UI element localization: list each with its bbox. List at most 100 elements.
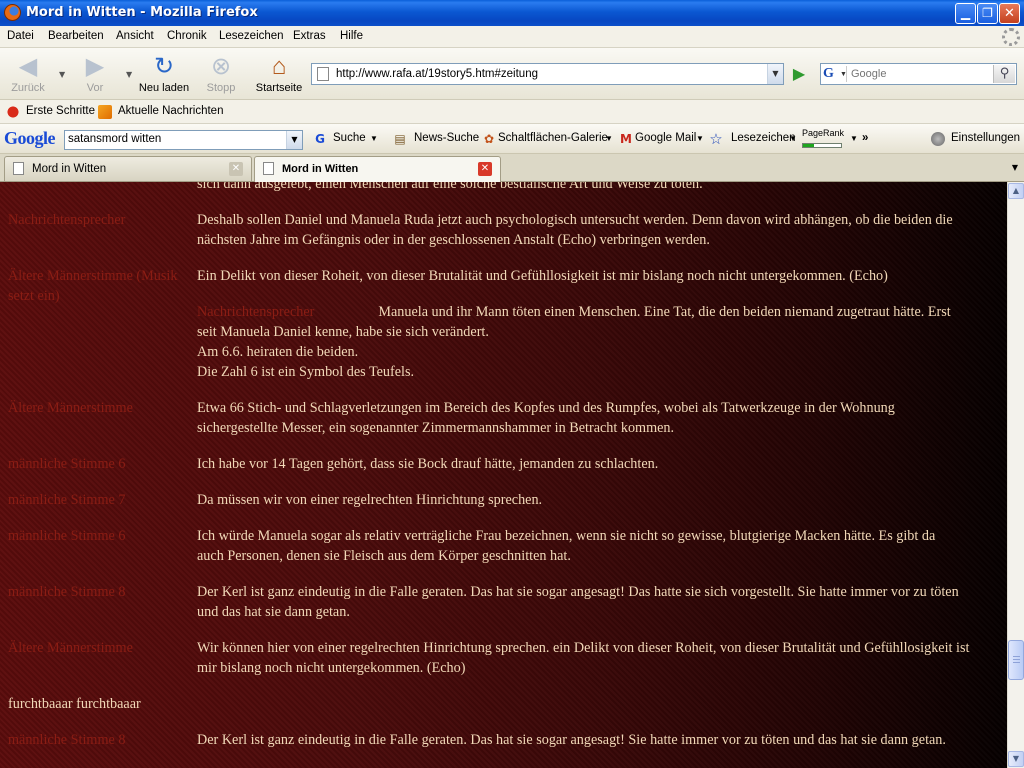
forward-button[interactable]: ▶ Vor [72,50,118,96]
tab-close-icon[interactable]: ✕ [229,162,243,176]
window-titlebar[interactable]: Mord in Witten - Mozilla Firefox ▁ ❐ ✕ [0,0,1024,26]
minimize-button[interactable]: ▁ [955,3,976,24]
news-search-button[interactable]: News-Suche [414,132,479,144]
speaker-label: Nachrichtensprecher [8,212,126,228]
bookmark-aktuelle-nachrichten[interactable]: Aktuelle Nachrichten [118,105,223,117]
stop-button[interactable]: ⊗ Stopp [200,50,242,96]
go-button[interactable]: ▶ [789,64,809,84]
speech-line: Etwa 66 Stich- und Schlagverletzungen im… [197,400,895,416]
tab-list-dropdown[interactable]: ▼ [1007,158,1023,178]
google-search-button[interactable]: Suche [333,132,366,144]
back-label: Zurück [11,82,45,94]
google-search-options-dropdown[interactable]: ▼ [370,134,378,143]
close-window-button[interactable]: ✕ [999,3,1020,24]
speaker-label: männliche Stimme 6 [8,456,126,472]
google-search-field[interactable]: ▼ [64,130,303,150]
pagerank-meter [802,143,842,148]
google-mail-button[interactable]: Google Mail [635,132,696,144]
rss-feed-icon [98,105,112,119]
pagerank-dropdown[interactable]: ▼ [850,134,858,143]
home-icon: ⌂ [271,53,287,80]
bookmark-firefox-icon [6,105,20,119]
forward-label: Vor [86,82,104,94]
scroll-thumb[interactable] [1008,640,1024,680]
button-gallery[interactable]: Schaltflächen-Galerie [498,132,608,144]
tab-close-icon[interactable]: ✕ [478,162,492,176]
google-search-input[interactable] [68,133,278,145]
page-content: sich dann ausgelebt, einen Menschen auf … [0,182,1007,768]
home-button[interactable]: ⌂ Startseite [252,50,306,96]
back-arrow-icon: ◀ [18,53,38,80]
forward-arrow-icon: ▶ [85,53,105,80]
tab-page-icon [263,162,274,175]
bookmarks-toolbar: Erste Schritte Aktuelle Nachrichten [0,100,1024,124]
menu-bearbeiten[interactable]: Bearbeiten [48,30,104,42]
more-chevron-button[interactable]: » [862,132,868,144]
scroll-up-button[interactable]: ▲ [1008,183,1024,199]
speech-line: und das hat sie dann getan. [197,604,350,620]
tab-mord-in-witten-1[interactable]: Mord in Witten ✕ [4,156,252,181]
throbber-icon [1002,28,1020,46]
bookmarks-dropdown[interactable]: ▼ [789,134,797,143]
speech-line: Nachrichtensprecher Manuela und ihr Mann … [197,304,951,320]
speech-text: Etwa 66 Stich- und Schlagverletzungen im… [197,398,1002,438]
google-logo[interactable]: Google [4,128,56,149]
speaker-label: männliche Stimme 7 [8,492,126,508]
vertical-scrollbar[interactable]: ▲ ▼ [1007,182,1024,768]
url-bar[interactable]: http://www.rafa.at/19story5.htm#zeitung … [311,63,784,85]
settings-button[interactable]: Einstellungen [951,132,1020,144]
speech-line: auch Personen, denen sie Fleisch aus dem… [197,548,571,564]
scroll-down-button[interactable]: ▼ [1008,751,1024,767]
google-g-icon: G [315,132,325,146]
url-text[interactable]: http://www.rafa.at/19story5.htm#zeitung [336,68,538,80]
page-icon [317,67,329,81]
mail-dropdown[interactable]: ▼ [696,134,704,143]
menu-extras[interactable]: Extras [293,30,326,42]
search-engine-selector[interactable]: G ▼ [823,66,847,82]
pagerank-label[interactable]: PageRank [802,128,844,138]
back-button[interactable]: ◀ Zurück [4,50,52,96]
speaker-label: männliche Stimme 6 [8,528,126,544]
url-history-dropdown[interactable]: ▼ [767,64,783,84]
back-history-dropdown[interactable]: ▼ [59,70,65,79]
search-magnifier-icon[interactable]: ⚲ [993,65,1015,83]
menu-lesezeichen[interactable]: Lesezeichen [219,30,284,42]
speech-text: Ich würde Manuela sogar als relativ vert… [197,526,1002,566]
star-icon: ☆ [709,130,723,148]
speaker-label: Ältere Männerstimme [8,640,133,656]
speech-text: Der Kerl ist ganz eindeutig in die Falle… [197,730,1002,750]
bookmark-erste-schritte[interactable]: Erste Schritte [26,105,95,117]
firefox-logo-icon [4,4,21,21]
google-bookmarks-button[interactable]: Lesezeichen [731,132,796,144]
news-icon: ▤ [394,132,406,146]
speech-text: Ein Delikt von dieser Roheit, von dieser… [197,266,1002,286]
menu-bar: Datei Bearbeiten Ansicht Chronik Lesezei… [0,26,1024,48]
google-search-dropdown[interactable]: ▼ [286,131,302,149]
speech-text: Ich habe vor 14 Tagen gehört, dass sie B… [197,454,1002,474]
speech-line: Ich habe vor 14 Tagen gehört, dass sie B… [197,456,659,472]
menu-hilfe[interactable]: Hilfe [340,30,363,42]
speech-text: sich dann ausgelebt, einen Menschen auf … [197,182,703,192]
search-input[interactable] [851,66,991,82]
menu-ansicht[interactable]: Ansicht [116,30,154,42]
stop-label: Stopp [206,82,236,94]
menu-chronik[interactable]: Chronik [167,30,207,42]
speaker-label: Ältere Männerstimme [8,400,133,416]
tab-mord-in-witten-2[interactable]: Mord in Witten ✕ [254,156,501,182]
search-bar[interactable]: G▼ ⚲ [820,63,1017,85]
gallery-dropdown[interactable]: ▼ [605,134,613,143]
menu-datei[interactable]: Datei [7,30,34,42]
speech-text: Wir können hier von einer regelrechten H… [197,638,1002,678]
maximize-button[interactable]: ❐ [977,3,998,24]
speech-text: Da müssen wir von einer regelrechten Hin… [197,490,1002,510]
speech-line: Ich würde Manuela sogar als relativ vert… [197,528,936,544]
window-title: Mord in Witten - Mozilla Firefox [26,5,258,20]
speech-text: Nachrichtensprecher Manuela und ihr Mann … [197,302,1002,382]
speech-line: Deshalb sollen Daniel und Manuela Ruda j… [197,212,953,228]
speech-line: Der Kerl ist ganz eindeutig in die Falle… [197,584,959,600]
speech-line: Wir können hier von einer regelrechten H… [197,640,970,656]
pagerank-fill [803,144,815,147]
forward-history-dropdown[interactable]: ▼ [126,70,132,79]
reload-button[interactable]: ↻ Neu laden [138,50,190,96]
speech-line: Die Zahl 6 ist ein Symbol des Teufels. [197,364,415,380]
